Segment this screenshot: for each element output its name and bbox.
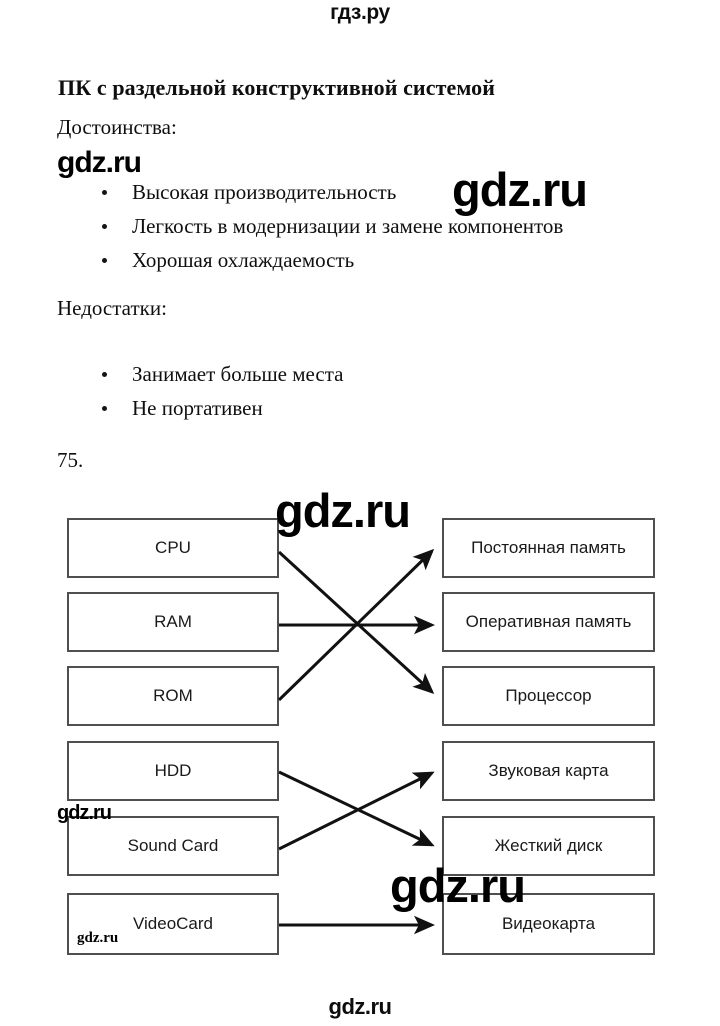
diagram-right-node-sound-card[interactable]: Звуковая карта xyxy=(442,741,655,801)
watermark: gdz.ru xyxy=(452,163,588,216)
watermark: gdz.ru xyxy=(57,802,112,824)
diagram-right-node-ram-memory[interactable]: Оперативная память xyxy=(442,592,655,652)
diagram-left-node-cpu[interactable]: CPU xyxy=(67,518,279,578)
diagram-connector-cpu-processor xyxy=(277,550,435,695)
diagram-left-node-rom[interactable]: ROM xyxy=(67,666,279,726)
diagram-right-node-rom-memory[interactable]: Постоянная память xyxy=(442,518,655,578)
site-brand-footer: gdz.ru xyxy=(328,994,393,1019)
diagram-left-node-sound-card[interactable]: Sound Card xyxy=(67,816,279,876)
diagram-connector-hdd-hard-disk xyxy=(278,770,435,847)
diagram-left-node-hdd[interactable]: HDD xyxy=(67,741,279,801)
watermark: gdz.ru xyxy=(275,484,411,537)
watermark: gdz.ru xyxy=(77,930,119,946)
watermark: gdz.ru xyxy=(57,146,142,179)
watermark: gdz.ru xyxy=(390,859,526,912)
diagram-connector-sound-card xyxy=(278,771,435,851)
diagram-connector-rom-permanent-memory xyxy=(277,548,435,702)
diagram-right-node-processor[interactable]: Процессор xyxy=(442,666,655,726)
diagram-left-node-ram[interactable]: RAM xyxy=(67,592,279,652)
